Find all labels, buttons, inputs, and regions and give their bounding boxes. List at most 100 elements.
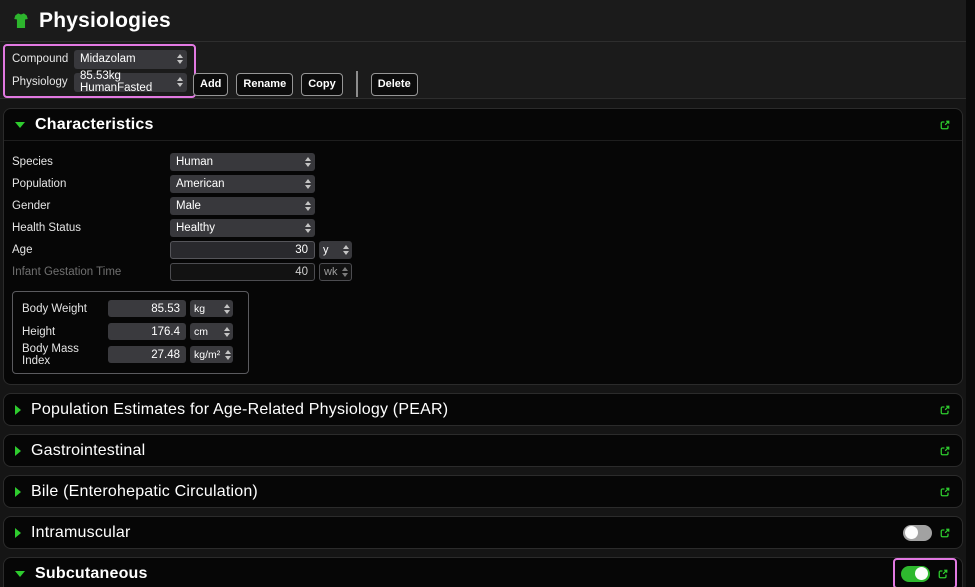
open-external-icon[interactable] — [937, 568, 949, 580]
window-right-edge — [966, 0, 975, 587]
section-bile-header[interactable]: Bile (Enterohepatic Circulation) — [4, 476, 962, 507]
sections-list: Characteristics Species Human — [0, 99, 975, 587]
stepper-icon — [300, 179, 311, 189]
physiology-select[interactable]: 85.53kg HumanFasted — [74, 73, 187, 92]
height-row: Height 176.4 cm — [22, 320, 241, 343]
section-subcutaneous-header[interactable]: Subcutaneous — [4, 558, 962, 587]
section-title: Population Estimates for Age-Related Phy… — [31, 401, 448, 419]
body-weight-unit-value: kg — [194, 303, 205, 315]
open-external-icon[interactable] — [939, 486, 951, 498]
gender-select[interactable]: Male — [170, 197, 315, 215]
toolbar: Compound Midazolam Physiology 85.53kg Hu… — [0, 42, 975, 99]
health-status-select[interactable]: Healthy — [170, 219, 315, 237]
expand-caret-icon[interactable] — [15, 487, 21, 497]
stepper-icon — [300, 157, 311, 167]
section-gastrointestinal: Gastrointestinal — [3, 434, 963, 467]
section-title: Characteristics — [35, 116, 154, 134]
section-characteristics-header[interactable]: Characteristics — [4, 109, 962, 140]
intramuscular-toggle[interactable] — [903, 525, 932, 541]
gestation-time-row: Infant Gestation Time 40 wk — [12, 261, 962, 283]
body-weight-label: Body Weight — [22, 303, 108, 315]
characteristics-form: Species Human Population American Gender — [4, 140, 962, 384]
expand-caret-icon[interactable] — [15, 528, 21, 538]
species-select-value: Human — [176, 156, 213, 168]
section-title: Subcutaneous — [35, 565, 148, 583]
physiology-select-value: 85.53kg HumanFasted — [80, 70, 172, 94]
body-weight-row: Body Weight 85.53 kg — [22, 297, 241, 320]
stepper-icon — [338, 245, 349, 255]
physiology-label: Physiology — [12, 76, 74, 88]
rename-button[interactable]: Rename — [236, 73, 293, 96]
expand-caret-icon[interactable] — [15, 446, 21, 456]
delete-button[interactable]: Delete — [371, 73, 418, 96]
section-gastrointestinal-header[interactable]: Gastrointestinal — [4, 435, 962, 466]
collapse-caret-icon[interactable] — [15, 122, 25, 128]
age-unit-select[interactable]: y — [319, 241, 352, 259]
section-subcutaneous: Subcutaneous — [3, 557, 963, 587]
physiology-body-icon — [12, 12, 30, 30]
body-measurements-group: Body Weight 85.53 kg Height 176.4 cm — [12, 291, 249, 374]
bmi-input[interactable]: 27.48 — [108, 346, 186, 363]
stepper-icon — [220, 350, 231, 360]
section-intramuscular-header[interactable]: Intramuscular — [4, 517, 962, 548]
physiologies-page: Physiologies Compound Midazolam Physiolo… — [0, 0, 975, 587]
population-label: Population — [12, 178, 170, 190]
copy-button[interactable]: Copy — [301, 73, 343, 96]
stepper-icon — [300, 201, 311, 211]
section-title: Gastrointestinal — [31, 442, 145, 460]
age-label: Age — [12, 244, 170, 256]
gestation-time-label: Infant Gestation Time — [12, 266, 170, 278]
height-unit-value: cm — [194, 326, 208, 338]
health-status-row: Health Status Healthy — [12, 217, 962, 239]
gender-row: Gender Male — [12, 195, 962, 217]
height-label: Height — [22, 326, 108, 338]
stepper-icon — [219, 327, 230, 337]
gestation-unit-select: wk — [319, 263, 352, 281]
compound-label: Compound — [12, 53, 74, 65]
section-title: Intramuscular — [31, 524, 131, 542]
age-unit-value: y — [323, 244, 329, 256]
species-select[interactable]: Human — [170, 153, 315, 171]
bmi-unit-value: kg/m² — [194, 349, 220, 361]
open-external-icon[interactable] — [939, 527, 951, 539]
stepper-icon — [172, 54, 183, 64]
subcutaneous-toggle-highlight-box — [893, 558, 957, 587]
health-status-select-value: Healthy — [176, 222, 215, 234]
compound-physiology-highlight-box: Compound Midazolam Physiology 85.53kg Hu… — [3, 44, 196, 98]
bmi-row: Body Mass Index 27.48 kg/m² — [22, 343, 241, 366]
expand-caret-icon[interactable] — [15, 405, 21, 415]
section-pear-header[interactable]: Population Estimates for Age-Related Phy… — [4, 394, 962, 425]
section-title: Bile (Enterohepatic Circulation) — [31, 483, 258, 501]
population-row: Population American — [12, 173, 962, 195]
page-title: Physiologies — [39, 9, 171, 33]
toolbar-buttons: Add Rename Copy Delete — [193, 71, 418, 97]
section-bile: Bile (Enterohepatic Circulation) — [3, 475, 963, 508]
compound-row: Compound Midazolam — [12, 50, 187, 68]
open-external-icon[interactable] — [939, 445, 951, 457]
body-weight-unit-select[interactable]: kg — [190, 300, 233, 317]
body-weight-input[interactable]: 85.53 — [108, 300, 186, 317]
compound-select[interactable]: Midazolam — [74, 50, 187, 69]
collapse-caret-icon[interactable] — [15, 571, 25, 577]
gender-label: Gender — [12, 200, 170, 212]
stepper-icon — [337, 267, 348, 277]
add-button[interactable]: Add — [193, 73, 228, 96]
health-status-label: Health Status — [12, 222, 170, 234]
open-external-icon[interactable] — [939, 119, 951, 131]
page-header: Physiologies — [0, 0, 975, 42]
section-intramuscular: Intramuscular — [3, 516, 963, 549]
species-row: Species Human — [12, 151, 962, 173]
bmi-unit-select[interactable]: kg/m² — [190, 346, 233, 363]
stepper-icon — [300, 223, 311, 233]
subcutaneous-toggle[interactable] — [901, 566, 930, 582]
stepper-icon — [219, 304, 230, 314]
height-unit-select[interactable]: cm — [190, 323, 233, 340]
section-pear: Population Estimates for Age-Related Phy… — [3, 393, 963, 426]
open-external-icon[interactable] — [939, 404, 951, 416]
age-input[interactable]: 30 — [170, 241, 315, 259]
species-label: Species — [12, 156, 170, 168]
stepper-icon — [172, 77, 183, 87]
gender-select-value: Male — [176, 200, 201, 212]
height-input[interactable]: 176.4 — [108, 323, 186, 340]
population-select[interactable]: American — [170, 175, 315, 193]
